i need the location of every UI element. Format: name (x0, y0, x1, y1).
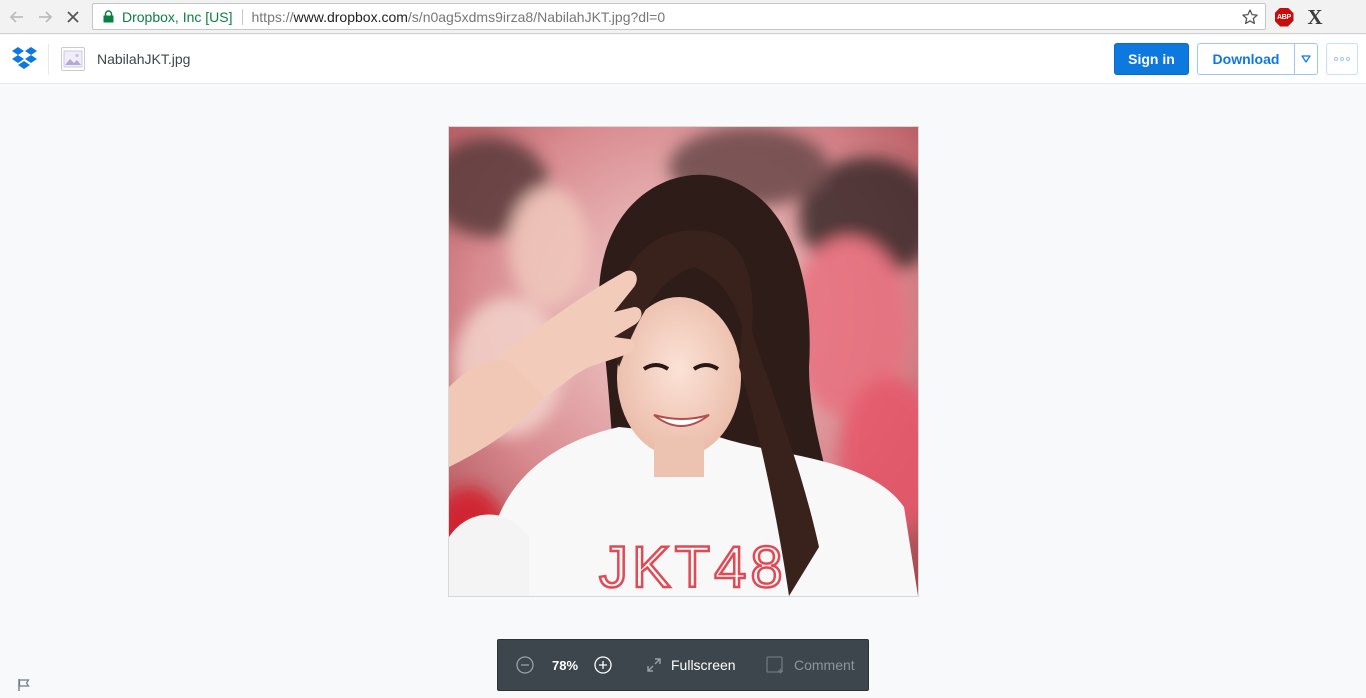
url-host: www.dropbox.com (293, 8, 408, 25)
fullscreen-label: Fullscreen (671, 657, 736, 673)
more-options-button[interactable] (1326, 43, 1358, 75)
lock-icon (102, 10, 114, 24)
back-arrow-icon[interactable] (6, 6, 28, 28)
star-icon[interactable] (1241, 8, 1259, 26)
zoom-level: 78% (552, 657, 579, 673)
comment-icon (766, 656, 783, 674)
sign-in-button[interactable]: Sign in (1114, 43, 1189, 75)
download-options-button[interactable] (1294, 43, 1318, 75)
zoom-in-icon (594, 656, 612, 674)
address-bar[interactable]: Dropbox, Inc [US] https://www.dropbox.co… (92, 3, 1266, 30)
shirt-text: JKT48 (599, 535, 787, 596)
zoom-out-icon (516, 656, 534, 674)
extension-x-label: X (1307, 4, 1323, 29)
browser-toolbar: Dropbox, Inc [US] https://www.dropbox.co… (0, 0, 1366, 34)
omnibox-divider (241, 8, 243, 25)
dropbox-logo-icon[interactable] (11, 46, 38, 72)
stop-loading-icon[interactable] (62, 6, 84, 28)
zoom-out-button[interactable] (515, 640, 535, 690)
extension-x-icon[interactable]: X (1304, 4, 1326, 29)
zoom-in-button[interactable] (593, 640, 613, 690)
url-scheme: https:// (251, 8, 294, 25)
dropbox-header: NabilahJKT.jpg Sign in Download (0, 35, 1366, 84)
fullscreen-button[interactable]: Fullscreen (646, 640, 736, 690)
url-path: /s/n0ag5xdms9irza8/NabilahJKT.jpg?dl=0 (407, 8, 666, 25)
adblock-label: ABP (1274, 7, 1294, 27)
comment-button[interactable]: Comment (766, 640, 855, 690)
url-text[interactable]: https://www.dropbox.com/s/n0ag5xdms9irza… (252, 9, 666, 25)
download-button[interactable]: Download (1197, 43, 1295, 75)
caret-down-icon (1301, 50, 1311, 68)
image-file-icon (61, 47, 85, 71)
fullscreen-icon (647, 658, 661, 672)
image-preview[interactable]: JKT48 (448, 126, 919, 597)
flag-icon[interactable] (17, 678, 31, 692)
viewer-toolbar: 78% Fullscreen Comment (497, 639, 869, 691)
comment-label: Comment (794, 657, 855, 673)
site-identity[interactable]: Dropbox, Inc [US] (122, 9, 233, 25)
more-dots-icon (1334, 57, 1350, 61)
adblock-icon[interactable]: ABP (1273, 6, 1295, 28)
file-name: NabilahJKT.jpg (97, 51, 191, 67)
header-divider (48, 44, 49, 75)
forward-arrow-icon[interactable] (34, 6, 56, 28)
